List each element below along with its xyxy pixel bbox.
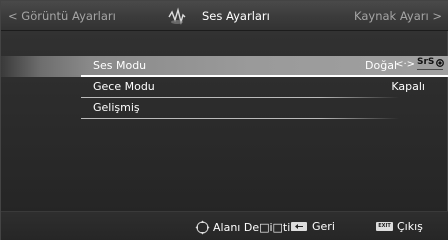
footer-back-label: Geri bbox=[312, 220, 335, 233]
menu-item-value: Kapalı bbox=[391, 80, 425, 93]
menu-item-advanced[interactable]: Gelişmiş bbox=[1, 98, 448, 119]
value-arrows-icon[interactable]: <·> bbox=[395, 59, 415, 70]
menu-header: < Görüntü Ayarları Ses Ayarları Kaynak A… bbox=[1, 1, 448, 31]
next-page-link[interactable]: Kaynak Ayarı > bbox=[354, 9, 442, 23]
menu-item-night-mode[interactable]: Gece Modu Kapalı bbox=[1, 77, 448, 98]
menu-item-value: Doğal bbox=[365, 59, 397, 72]
menu-item-sound-mode[interactable]: Ses Modu Doğal <·> SrS bbox=[1, 56, 448, 77]
page-title: Ses Ayarları bbox=[202, 9, 270, 23]
footer-navigate-label: Alanı De□i□tir bbox=[213, 221, 295, 234]
footer-exit-label: Çıkış bbox=[397, 220, 423, 233]
footer-navigate-hint: Alanı De□i□tir bbox=[195, 220, 295, 235]
footer-back-hint[interactable]: Geri bbox=[291, 220, 335, 233]
prev-page-link[interactable]: < Görüntü Ayarları bbox=[8, 9, 116, 23]
tv-menu-screen: < Görüntü Ayarları Ses Ayarları Kaynak A… bbox=[0, 0, 448, 240]
menu-item-label: Gece Modu bbox=[93, 80, 155, 93]
header-title-group: Ses Ayarları bbox=[167, 7, 270, 25]
menu-item-label: Gelişmiş bbox=[93, 101, 140, 114]
back-key-icon bbox=[291, 222, 307, 231]
menu-item-label: Ses Modu bbox=[93, 59, 147, 72]
settings-menu: Ses Modu Doğal <·> SrS Gece Modu Kapalı … bbox=[1, 56, 448, 119]
exit-key-icon: EXIT bbox=[376, 222, 393, 231]
audio-wave-icon bbox=[167, 7, 187, 25]
row-divider bbox=[81, 118, 399, 119]
dpad-navigate-icon bbox=[195, 220, 210, 235]
srs-logo: SrS bbox=[416, 57, 444, 75]
menu-footer: Alanı De□i□tir Geri EXIT Çıkış bbox=[1, 211, 448, 240]
footer-exit-hint[interactable]: EXIT Çıkış bbox=[376, 220, 423, 233]
